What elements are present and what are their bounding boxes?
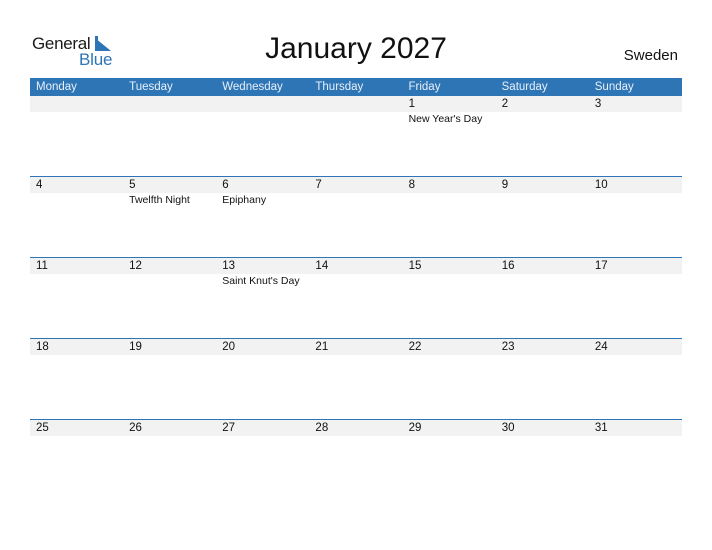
day-number: 15	[408, 260, 422, 272]
day-cell: 13 Saint Knut's Day	[216, 258, 309, 338]
day-number: 4	[36, 179, 43, 191]
day-cell: 2	[496, 96, 589, 176]
day-cell: 29	[403, 420, 496, 500]
day-number: 25	[36, 422, 49, 434]
day-cell: 24	[589, 339, 682, 419]
country-label: Sweden	[623, 47, 678, 64]
day-cell: 7	[309, 177, 402, 257]
day-cell: 8	[403, 177, 496, 257]
calendar-title: January 2027	[265, 32, 447, 65]
day-cell: 19	[123, 339, 216, 419]
day-cell: 22	[403, 339, 496, 419]
weekday-wednesday: Wednesday	[222, 81, 283, 93]
day-number: 1	[408, 98, 415, 110]
day-number: 30	[501, 422, 515, 434]
holiday-label: Saint Knut's Day	[222, 275, 300, 287]
day-number: 29	[408, 422, 422, 434]
holiday-label: Twelfth Night	[129, 194, 190, 206]
day-number: 11	[36, 260, 48, 272]
holiday-label: Epiphany	[222, 194, 267, 206]
day-cell: 12	[123, 258, 216, 338]
day-number: 9	[501, 179, 509, 191]
weekday-tuesday: Tuesday	[129, 81, 173, 93]
day-cell: 17	[589, 258, 682, 338]
day-cell	[309, 96, 402, 176]
day-cell: 20	[216, 339, 309, 419]
day-cell: 1 New Year's Day	[403, 96, 496, 176]
week-row: 4 5 Twelfth Night 6 Epiphany 7 8 9 10	[30, 176, 682, 258]
day-number: 14	[315, 260, 329, 272]
weekday-header: Monday Tuesday Wednesday Thursday Friday…	[30, 78, 682, 96]
day-cell	[30, 96, 123, 176]
day-number: 19	[129, 341, 142, 353]
day-cell: 30	[496, 420, 589, 500]
day-cell: 5 Twelfth Night	[123, 177, 216, 257]
day-number: 28	[315, 422, 329, 434]
day-cell: 16	[496, 258, 589, 338]
day-cell: 6 Epiphany	[216, 177, 309, 257]
weekday-monday: Monday	[36, 81, 77, 93]
day-number: 31	[594, 422, 608, 434]
day-cell	[216, 96, 309, 176]
day-number: 13	[222, 260, 236, 272]
day-cell: 14	[309, 258, 402, 338]
day-cell: 3	[589, 96, 682, 176]
day-number: 10	[594, 179, 608, 191]
day-cell: 28	[309, 420, 402, 500]
day-cell: 15	[403, 258, 496, 338]
week-row: 1 New Year's Day 2 3	[30, 96, 682, 177]
day-cell: 31	[589, 420, 682, 500]
day-number: 5	[129, 179, 136, 191]
day-number: 20	[222, 341, 236, 353]
week-row: 18 19 20 21 22 23 24	[30, 338, 682, 420]
day-number: 17	[594, 260, 608, 272]
day-cell: 18	[30, 339, 123, 419]
day-number: 24	[594, 341, 608, 353]
day-number: 8	[408, 179, 415, 191]
day-number: 22	[408, 341, 422, 353]
day-number: 6	[222, 179, 229, 191]
day-number: 18	[36, 341, 49, 353]
holiday-label: New Year's Day	[408, 113, 483, 125]
day-number: 27	[222, 422, 236, 434]
week-row: 25 26 27 28 29 30 31	[30, 419, 682, 501]
day-number: 7	[315, 179, 322, 191]
weekday-saturday: Saturday	[501, 81, 548, 93]
day-cell: 25	[30, 420, 123, 500]
day-number: 3	[594, 98, 602, 110]
day-number: 23	[501, 341, 515, 353]
day-cell: 27	[216, 420, 309, 500]
day-number: 16	[501, 260, 515, 272]
day-cell: 21	[309, 339, 402, 419]
weekday-friday: Friday	[408, 81, 441, 93]
day-number: 26	[129, 422, 142, 434]
day-cell: 23	[496, 339, 589, 419]
day-cell: 4	[30, 177, 123, 257]
day-number: 2	[501, 98, 509, 110]
week-row: 11 12 13 Saint Knut's Day 14 15 16 17	[30, 257, 682, 339]
day-cell: 9	[496, 177, 589, 257]
day-number: 12	[129, 260, 142, 272]
day-cell: 11	[30, 258, 123, 338]
day-number: 21	[315, 341, 329, 353]
weekday-thursday: Thursday	[315, 81, 364, 93]
weekday-sunday: Sunday	[594, 81, 634, 93]
day-cell	[123, 96, 216, 176]
day-cell: 10	[589, 177, 682, 257]
day-cell: 26	[123, 420, 216, 500]
